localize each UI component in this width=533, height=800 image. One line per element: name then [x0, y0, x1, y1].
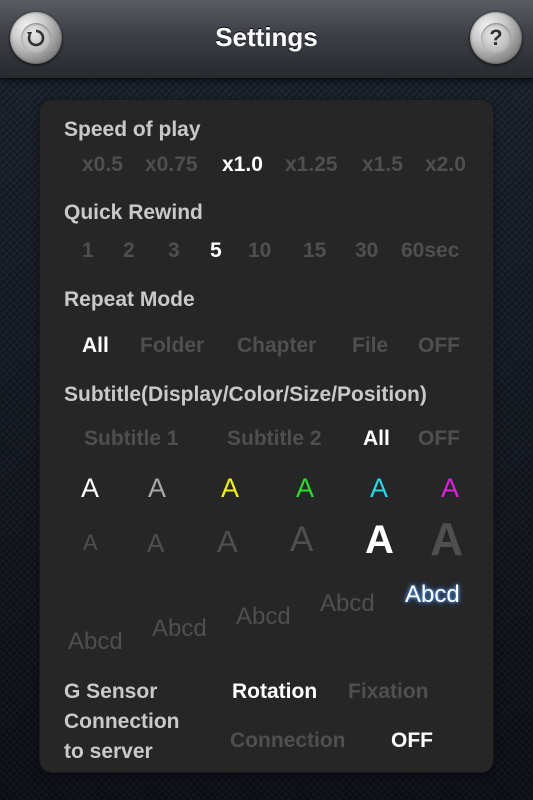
speed-option-0.5[interactable]: x0.5	[82, 153, 123, 177]
subtitle-color-green[interactable]: A	[296, 475, 314, 502]
rewind-option-15[interactable]: 15	[303, 239, 326, 263]
subtitle-size-5[interactable]: A	[365, 520, 394, 560]
subtitle-color-white[interactable]: A	[81, 475, 99, 502]
repeat-option-off[interactable]: OFF	[418, 334, 460, 358]
rewind-option-3[interactable]: 3	[168, 239, 180, 263]
subtitle-size-3[interactable]: A	[217, 526, 238, 557]
rewind-label: Quick Rewind	[64, 201, 203, 224]
rewind-option-2[interactable]: 2	[123, 239, 135, 263]
connection-label-line1: Connection	[64, 710, 180, 733]
speed-option-1.5[interactable]: x1.5	[362, 153, 403, 177]
subtitle-label: Subtitle(Display/Color/Size/Position)	[64, 383, 427, 406]
subtitle-color-gray[interactable]: A	[148, 475, 166, 502]
settings-panel: Speed of play x0.5 x0.75 x1.0 x1.25 x1.5…	[40, 100, 493, 772]
page-title: Settings	[215, 22, 318, 52]
gsensor-label: G Sensor	[64, 680, 158, 703]
gsensor-option-rotation[interactable]: Rotation	[232, 680, 317, 704]
help-button[interactable]: ?	[470, 12, 522, 64]
gsensor-option-fixation[interactable]: Fixation	[348, 680, 429, 704]
help-icon: ?	[481, 23, 511, 53]
subtitle-position-1[interactable]: Abcd	[68, 628, 123, 656]
top-bar: Settings ?	[0, 0, 533, 79]
repeat-option-chapter[interactable]: Chapter	[237, 334, 316, 358]
rewind-option-5[interactable]: 5	[210, 239, 222, 263]
repeat-option-all[interactable]: All	[82, 334, 109, 358]
speed-option-2.0[interactable]: x2.0	[425, 153, 466, 177]
speed-label: Speed of play	[64, 118, 201, 141]
speed-option-1.0[interactable]: x1.0	[222, 153, 263, 177]
repeat-label: Repeat Mode	[64, 288, 195, 311]
rewind-option-60sec[interactable]: 60sec	[401, 239, 459, 263]
subtitle-display-all[interactable]: All	[363, 427, 390, 451]
subtitle-position-4[interactable]: Abcd	[320, 590, 375, 618]
subtitle-size-6[interactable]: A	[430, 516, 463, 562]
subtitle-position-5[interactable]: Abcd	[405, 581, 460, 609]
rewind-option-1[interactable]: 1	[82, 239, 94, 263]
subtitle-color-magenta[interactable]: A	[441, 475, 459, 502]
subtitle-size-4[interactable]: A	[290, 522, 313, 557]
subtitle-display-2[interactable]: Subtitle 2	[227, 427, 322, 451]
subtitle-color-cyan[interactable]: A	[370, 475, 388, 502]
rewind-option-10[interactable]: 10	[248, 239, 271, 263]
subtitle-size-1[interactable]: A	[83, 532, 98, 554]
subtitle-position-3[interactable]: Abcd	[236, 603, 291, 631]
speed-option-0.75[interactable]: x0.75	[145, 153, 198, 177]
speed-option-1.25[interactable]: x1.25	[285, 153, 338, 177]
connection-option-off[interactable]: OFF	[391, 729, 433, 753]
subtitle-color-yellow[interactable]: A	[221, 475, 239, 502]
connection-option-connection[interactable]: Connection	[230, 729, 346, 753]
repeat-option-file[interactable]: File	[352, 334, 388, 358]
subtitle-size-2[interactable]: A	[147, 530, 164, 556]
subtitle-display-1[interactable]: Subtitle 1	[84, 427, 179, 451]
subtitle-position-2[interactable]: Abcd	[152, 615, 207, 643]
repeat-option-folder[interactable]: Folder	[140, 334, 204, 358]
rewind-option-30[interactable]: 30	[355, 239, 378, 263]
connection-label-line2: to server	[64, 740, 153, 763]
subtitle-display-off[interactable]: OFF	[418, 427, 460, 451]
